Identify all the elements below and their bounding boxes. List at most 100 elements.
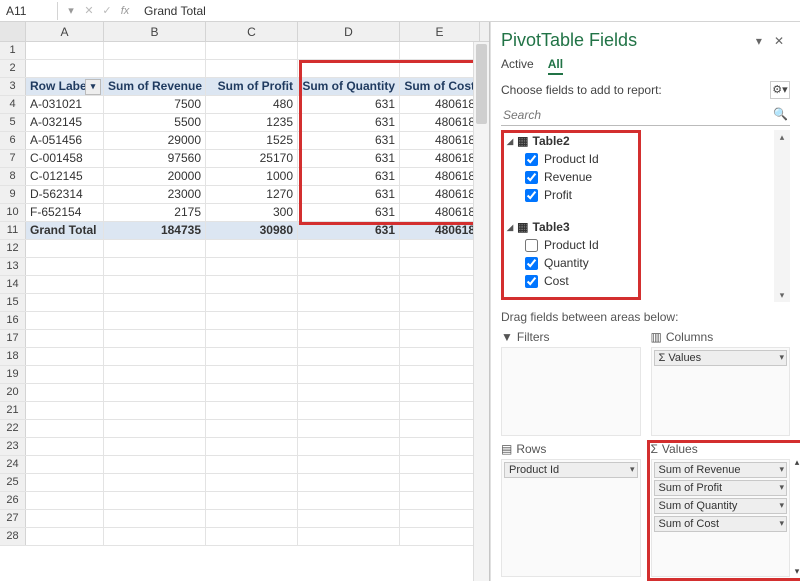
area-columns[interactable]: ▥Columns Σ Values xyxy=(651,330,791,436)
cell[interactable] xyxy=(400,60,480,77)
cell[interactable] xyxy=(206,312,298,329)
field-checkbox[interactable] xyxy=(525,189,538,202)
cell[interactable] xyxy=(206,330,298,347)
cell[interactable] xyxy=(400,528,480,545)
cell[interactable] xyxy=(26,402,104,419)
field-checkbox[interactable] xyxy=(525,171,538,184)
cell[interactable] xyxy=(26,240,104,257)
tab-all[interactable]: All xyxy=(548,55,563,75)
cell[interactable] xyxy=(26,42,104,59)
cell[interactable]: A-032145 xyxy=(26,114,104,131)
cell[interactable]: 184735 xyxy=(104,222,206,239)
cell[interactable]: 29000 xyxy=(104,132,206,149)
cell[interactable] xyxy=(104,528,206,545)
cell[interactable]: 2175 xyxy=(104,204,206,221)
row-header[interactable]: 26 xyxy=(0,492,26,509)
cell[interactable]: 480618 xyxy=(400,96,480,113)
cell[interactable] xyxy=(26,294,104,311)
cell[interactable] xyxy=(298,492,400,509)
cell[interactable] xyxy=(400,348,480,365)
cell[interactable] xyxy=(104,258,206,275)
cell[interactable]: 30980 xyxy=(206,222,298,239)
cell[interactable] xyxy=(26,330,104,347)
table-header[interactable]: ◢▦Table3 xyxy=(507,220,788,234)
cell[interactable] xyxy=(400,474,480,491)
cell[interactable] xyxy=(26,420,104,437)
row-header[interactable]: 10 xyxy=(0,204,26,221)
row-header[interactable]: 4 xyxy=(0,96,26,113)
col-header[interactable]: A xyxy=(26,22,104,41)
row-header[interactable]: 11 xyxy=(0,222,26,239)
dropdown-icon[interactable]: ▾ xyxy=(64,4,78,18)
cell[interactable] xyxy=(206,384,298,401)
cell[interactable]: 300 xyxy=(206,204,298,221)
cell[interactable]: 7500 xyxy=(104,96,206,113)
col-header[interactable]: E xyxy=(400,22,480,41)
cell[interactable] xyxy=(104,438,206,455)
row-header[interactable]: 15 xyxy=(0,294,26,311)
row-header[interactable]: 6 xyxy=(0,132,26,149)
cell[interactable] xyxy=(400,510,480,527)
cell[interactable] xyxy=(104,312,206,329)
cell[interactable] xyxy=(26,366,104,383)
cell[interactable] xyxy=(400,330,480,347)
confirm-icon[interactable]: ✓ xyxy=(100,4,114,18)
cell[interactable]: Row Labels xyxy=(26,78,104,95)
cell[interactable] xyxy=(26,276,104,293)
cell[interactable]: D-562314 xyxy=(26,186,104,203)
row-header[interactable]: 12 xyxy=(0,240,26,257)
field-pill[interactable]: Sum of Profit xyxy=(654,480,788,496)
cell[interactable]: 631 xyxy=(298,132,400,149)
row-header[interactable]: 27 xyxy=(0,510,26,527)
cell[interactable] xyxy=(298,402,400,419)
cell[interactable] xyxy=(400,402,480,419)
row-header[interactable]: 20 xyxy=(0,384,26,401)
cell[interactable] xyxy=(104,276,206,293)
cell[interactable]: 631 xyxy=(298,204,400,221)
cell[interactable] xyxy=(400,276,480,293)
field-pill[interactable]: Sum of Cost xyxy=(654,516,788,532)
cell[interactable] xyxy=(104,474,206,491)
cell[interactable] xyxy=(298,420,400,437)
cell[interactable] xyxy=(206,348,298,365)
cell[interactable] xyxy=(26,474,104,491)
cell[interactable] xyxy=(400,420,480,437)
row-header[interactable]: 2 xyxy=(0,60,26,77)
cell[interactable] xyxy=(104,456,206,473)
area-filters[interactable]: ▼Filters xyxy=(501,330,641,436)
cell[interactable] xyxy=(26,438,104,455)
field-pill[interactable]: Σ Values xyxy=(654,350,788,366)
cell[interactable] xyxy=(298,276,400,293)
field-item[interactable]: Profit xyxy=(525,188,788,202)
field-checkbox[interactable] xyxy=(525,257,538,270)
row-header[interactable]: 22 xyxy=(0,420,26,437)
cell[interactable] xyxy=(400,492,480,509)
cell[interactable] xyxy=(26,492,104,509)
scrollbar-vertical[interactable]: ▴ ▾ xyxy=(774,130,790,302)
field-checkbox[interactable] xyxy=(525,275,538,288)
cell[interactable] xyxy=(400,240,480,257)
cell[interactable]: 631 xyxy=(298,150,400,167)
table-header[interactable]: ◢▦Table2 xyxy=(507,134,788,148)
cell[interactable] xyxy=(206,42,298,59)
field-checkbox[interactable] xyxy=(525,239,538,252)
cell[interactable] xyxy=(104,420,206,437)
cell[interactable]: 480 xyxy=(206,96,298,113)
cell[interactable]: 97560 xyxy=(104,150,206,167)
cell[interactable] xyxy=(206,528,298,545)
cell[interactable]: 1235 xyxy=(206,114,298,131)
cell[interactable] xyxy=(104,60,206,77)
row-header[interactable]: 18 xyxy=(0,348,26,365)
gear-icon[interactable]: ⚙▾ xyxy=(770,81,790,99)
cell[interactable]: C-001458 xyxy=(26,150,104,167)
name-box[interactable]: A11 xyxy=(0,2,58,20)
cell[interactable]: A-051456 xyxy=(26,132,104,149)
cell[interactable] xyxy=(26,456,104,473)
cell[interactable] xyxy=(206,492,298,509)
cell[interactable]: F-652154 xyxy=(26,204,104,221)
cell[interactable] xyxy=(298,240,400,257)
row-header[interactable]: 21 xyxy=(0,402,26,419)
field-item[interactable]: Cost xyxy=(525,274,788,288)
cancel-icon[interactable]: ✕ xyxy=(82,4,96,18)
cell[interactable] xyxy=(400,258,480,275)
